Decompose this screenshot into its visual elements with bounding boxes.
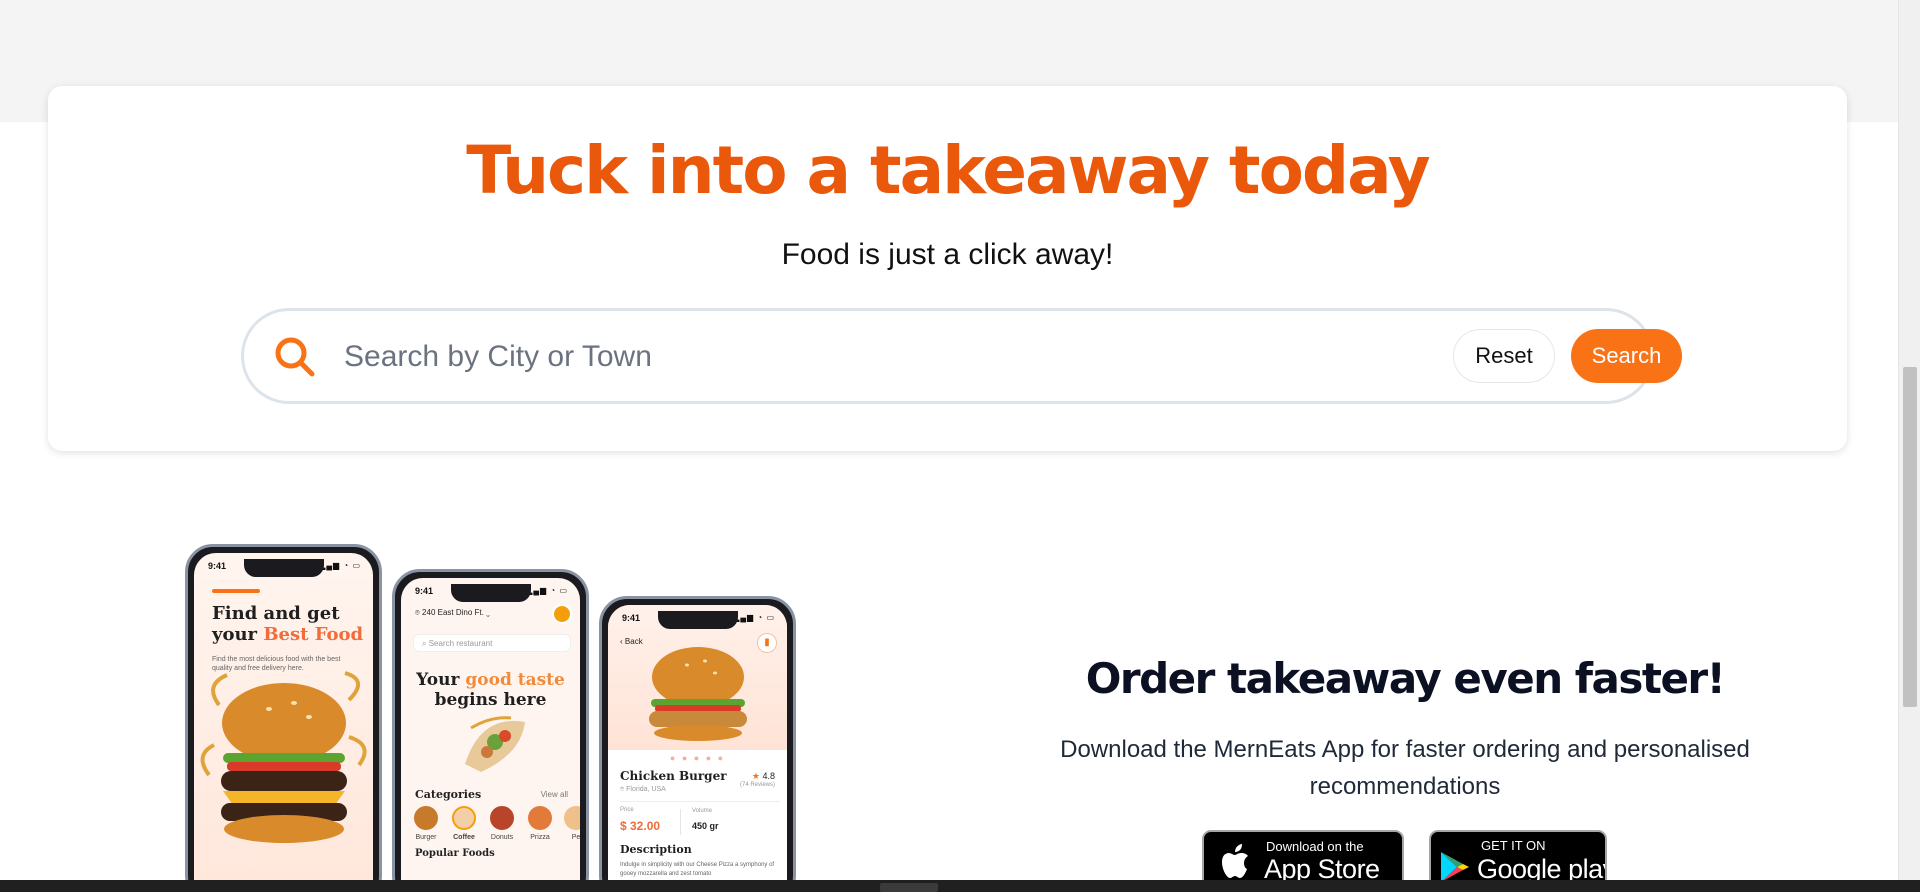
- vertical-scrollbar[interactable]: [1898, 0, 1920, 880]
- description-text: Indulge in simplicity with our Cheese Pi…: [620, 862, 775, 877]
- category-label: Burger: [415, 834, 437, 841]
- scrollbar-thumb[interactable]: [1903, 367, 1917, 707]
- description-heading: Description: [620, 843, 692, 856]
- divider: [680, 809, 681, 835]
- volume-value: 450 gr: [692, 821, 719, 831]
- product-location: ⌾ Florida, USA: [620, 786, 666, 794]
- hero-subtitle: Food is just a click away!: [781, 238, 1114, 271]
- status-time: 9:41: [415, 586, 434, 596]
- phone-screen: 9:41 ▂▄▆ ◔ ▭ ⌾ 240 East Dino Ft. ⌄ ⌕ Sea…: [401, 578, 580, 892]
- status-time: 9:41: [208, 561, 227, 571]
- search-button[interactable]: Search: [1571, 329, 1682, 383]
- burger-image: [199, 665, 369, 845]
- progress-indicator: [212, 589, 260, 593]
- donut-icon: [490, 806, 514, 830]
- taskbar-item[interactable]: [880, 883, 938, 892]
- search-bar: Reset Search: [241, 308, 1682, 404]
- category-label: Prizza: [530, 834, 550, 841]
- categories-label: Categories: [415, 788, 482, 801]
- phone-notch: [243, 559, 324, 577]
- product-name: Chicken Burger: [620, 769, 727, 783]
- app-mockup-phone-browse: 9:41 ▂▄▆ ◔ ▭ ⌾ 240 East Dino Ft. ⌄ ⌕ Sea…: [392, 569, 589, 892]
- search-icon: ⌕: [422, 639, 427, 648]
- app-store-small-text: Download on the: [1266, 839, 1364, 854]
- promo-text: Download the MernEats App for faster ord…: [1060, 736, 1750, 800]
- phone2-head-prefix: Your: [416, 670, 466, 690]
- phone2-head-accent: good taste: [465, 670, 565, 690]
- phone1-title-line1: Find and get: [212, 603, 340, 624]
- chevron-down-icon: ⌄: [486, 608, 490, 617]
- category-item: Burger: [411, 806, 441, 841]
- burger-icon: [414, 806, 438, 830]
- search-input[interactable]: [344, 333, 1264, 381]
- chevron-left-icon: ‹: [620, 637, 623, 646]
- status-time: 9:41: [622, 613, 641, 623]
- back-link: ‹ Back: [620, 637, 643, 646]
- status-icons: ▂▄▆ ◔ ▭: [526, 586, 568, 595]
- category-label: Donuts: [490, 834, 514, 841]
- food-icon: [564, 806, 580, 830]
- phone1-title-accent: Best Food: [263, 624, 364, 645]
- chicken-burger-image: [643, 643, 753, 743]
- bookmark-icon: ▮: [757, 633, 777, 653]
- hero-title: Tuck into a takeaway today: [466, 132, 1430, 209]
- location-pin-icon: ⌾: [620, 786, 625, 793]
- category-item: Prizza: [525, 806, 555, 841]
- status-icons: ▂▄▆ ◔ ▭: [319, 561, 361, 570]
- back-label: Back: [624, 637, 643, 646]
- location-pin-icon: ⌾: [415, 608, 420, 617]
- star-icon: ★: [751, 771, 760, 781]
- google-play-icon: [1441, 852, 1469, 882]
- product-location-text: Florida, USA: [626, 786, 666, 793]
- carousel-dots: ● ● ● ● ●: [669, 753, 726, 763]
- reset-button[interactable]: Reset: [1453, 329, 1555, 383]
- app-mockup-phone-home: 9:41 ▂▄▆ ◔ ▭ Find and get your Best Food…: [185, 544, 382, 892]
- phone-screen: 9:41 ▂▄▆ ◔ ▭ ‹ Back ▮ ● ● ● ● ● Chicken …: [608, 605, 787, 892]
- product-rating: ★ 4.8 (74 Reviews): [740, 771, 775, 788]
- phone2-location: ⌾ 240 East Dino Ft. ⌄: [415, 608, 490, 618]
- apple-icon: [1222, 844, 1248, 878]
- status-icons: ▂▄▆ ◔ ▭: [733, 613, 775, 622]
- phone1-title: Find and get your Best Food: [212, 603, 372, 645]
- search-icon: [275, 337, 315, 377]
- phone2-head-line2: begins here: [434, 690, 547, 710]
- phone2-search-field: ⌕ Search restaurant: [413, 634, 571, 652]
- category-label: Coffee: [453, 834, 475, 841]
- google-play-small-text: GET IT ON: [1481, 838, 1546, 853]
- phone2-location-text: 240 East Dino Ft.: [422, 608, 484, 617]
- popular-foods-label: Popular Foods: [415, 848, 495, 859]
- rating-value: 4.8: [762, 771, 775, 781]
- wrap-image: [461, 714, 529, 776]
- phone1-title-prefix: your: [212, 624, 264, 645]
- hero-card: Tuck into a takeaway today Food is just …: [48, 86, 1847, 451]
- phone-notch: [450, 584, 531, 602]
- taskbar: [0, 880, 1920, 892]
- coffee-icon: [452, 806, 476, 830]
- review-count: (74 Reviews): [739, 782, 775, 788]
- phone-notch: [657, 611, 738, 629]
- volume-label: Volume: [692, 808, 713, 814]
- category-item: Donuts: [487, 806, 517, 841]
- app-mockup-phone-product: 9:41 ▂▄▆ ◔ ▭ ‹ Back ▮ ● ● ● ● ● Chicken …: [599, 596, 796, 892]
- pizza-icon: [528, 806, 552, 830]
- category-item: Coffee: [449, 806, 479, 841]
- price-value: $ 32.00: [620, 819, 661, 833]
- category-label: Pe: [571, 834, 580, 841]
- phone2-search-placeholder: Search restaurant: [428, 639, 493, 648]
- category-item: Pe: [561, 806, 580, 841]
- price-label: Price: [620, 807, 634, 813]
- avatar: [552, 604, 572, 624]
- phone-screen: 9:41 ▂▄▆ ◔ ▭ Find and get your Best Food…: [194, 553, 373, 892]
- promo-title: Order takeaway even faster!: [1085, 654, 1726, 703]
- phone2-heading: Your good taste begins here: [401, 670, 580, 710]
- view-all-link: View all: [540, 790, 568, 799]
- divider: [620, 801, 780, 802]
